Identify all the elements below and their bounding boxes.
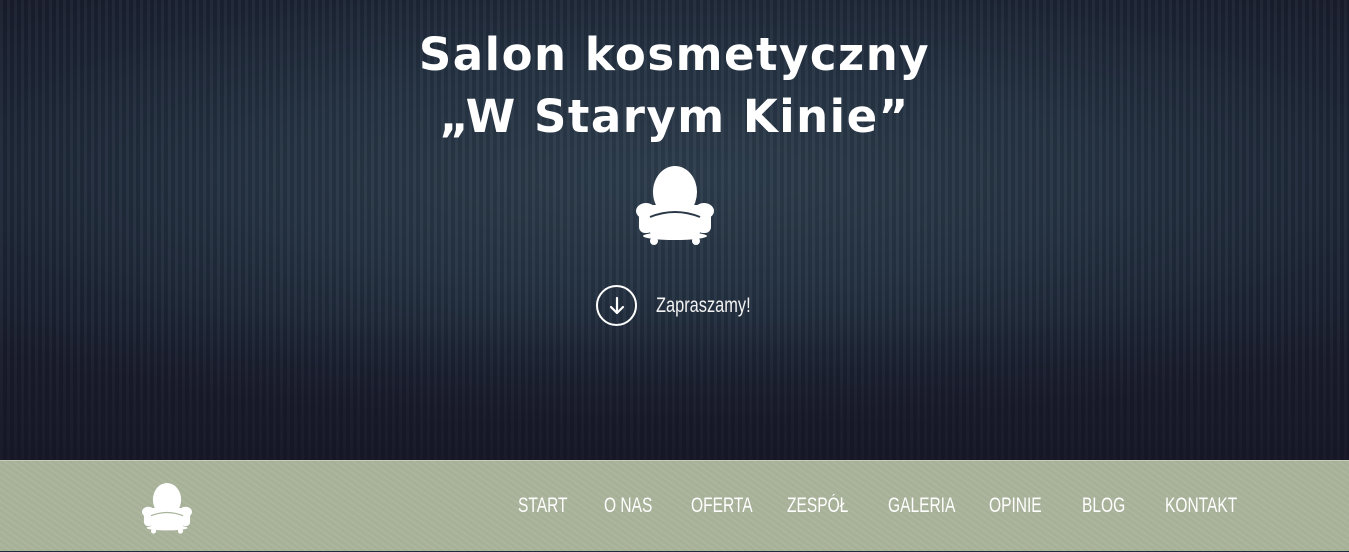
nav-item-opinie[interactable]: OPINIE	[989, 492, 1042, 520]
nav-item-o-nas[interactable]: O NAS	[604, 492, 652, 520]
invite-label[interactable]: Zapraszamy!	[656, 294, 751, 318]
nav-item-oferta[interactable]: OFERTA	[691, 492, 753, 520]
nav-item-kontakt[interactable]: KONTAKT	[1165, 492, 1237, 520]
logo-armchair-icon[interactable]	[142, 482, 192, 534]
armchair-icon	[636, 166, 714, 245]
nav-item-galeria[interactable]: GALERIA	[888, 492, 955, 520]
page-title-line1: Salon kosmetyczny	[418, 28, 931, 81]
nav-item-start[interactable]: START	[518, 492, 568, 520]
nav-item-blog[interactable]: BLOG	[1082, 492, 1125, 520]
nav-item-zespol[interactable]: ZESPÓŁ	[787, 492, 848, 520]
main-navbar: START O NAS OFERTA ZESPÓŁ GALERIA OPINIE…	[0, 460, 1349, 551]
arrow-down-circle-icon[interactable]	[596, 285, 637, 326]
page-title-line2: „W Starym Kinie”	[439, 90, 910, 143]
hero-section: Salon kosmetyczny „W Starym Kinie” Zapra…	[0, 0, 1349, 460]
invite-link[interactable]: Zapraszamy!	[596, 285, 777, 326]
